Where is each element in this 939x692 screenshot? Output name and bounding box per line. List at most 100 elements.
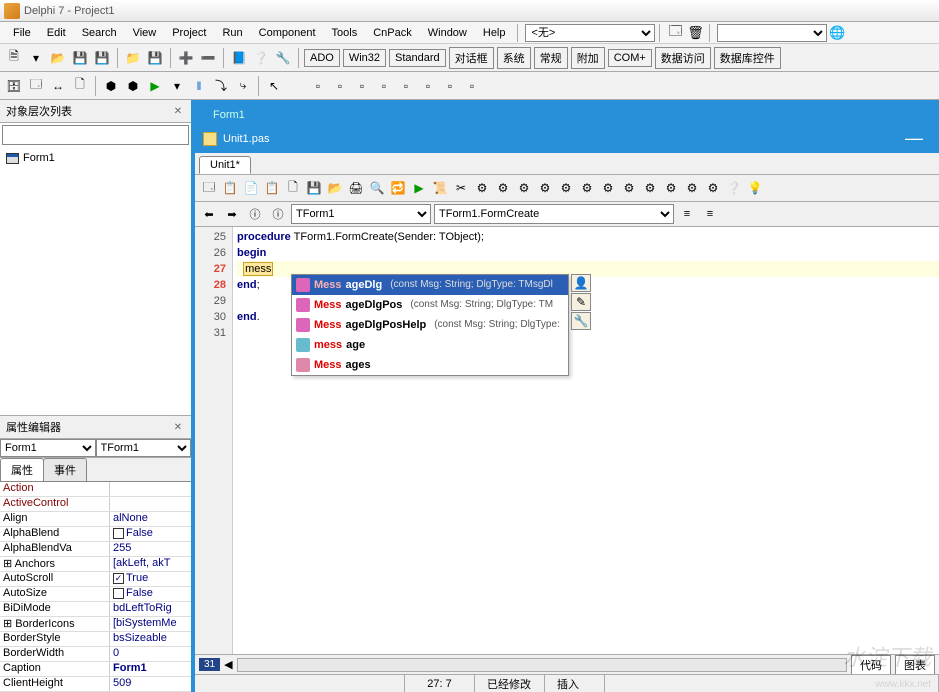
etb-log-icon[interactable]: 📜	[430, 178, 450, 198]
comp-7-icon[interactable]: ▫	[440, 76, 460, 96]
prop-object-combo[interactable]: Form1	[0, 439, 96, 457]
comp-1-icon[interactable]: ▫	[308, 76, 328, 96]
gutter[interactable]: 25262728293031	[195, 227, 233, 692]
prop-row[interactable]: AlphaBlendFalse	[0, 527, 191, 542]
etb-replace-icon[interactable]: 🔁	[388, 178, 408, 198]
object-tree-search[interactable]	[2, 125, 189, 145]
menu-tools[interactable]: Tools	[325, 25, 365, 41]
open-project-icon[interactable]: 📁	[123, 48, 143, 68]
etb-tool11-icon[interactable]: ⚙	[682, 178, 702, 198]
build-config-combo[interactable]: <无>	[525, 24, 655, 42]
align-left-icon[interactable]: ≡	[677, 204, 697, 224]
scroll-left-icon[interactable]: ◀	[224, 658, 232, 671]
object-tree[interactable]: Form1	[0, 147, 191, 415]
prop-row[interactable]: ActiveControl	[0, 497, 191, 512]
palette-tab-ado[interactable]: ADO	[304, 49, 340, 67]
menu-help[interactable]: Help	[476, 25, 513, 41]
etb-tool9-icon[interactable]: ⚙	[640, 178, 660, 198]
desktop-save-icon[interactable]: 🗔	[667, 24, 685, 42]
etb-tool12-icon[interactable]: ⚙	[703, 178, 723, 198]
prop-value[interactable]: bsSizeable	[110, 632, 191, 646]
save-project-icon[interactable]: 💾	[145, 48, 165, 68]
etb-tool7-icon[interactable]: ⚙	[598, 178, 618, 198]
menu-component[interactable]: Component	[252, 25, 323, 41]
prop-value[interactable]: Form1	[110, 662, 191, 676]
menu-search[interactable]: Search	[75, 25, 124, 41]
toggle-icon[interactable]: ↔	[48, 76, 68, 96]
prop-row[interactable]: BorderStylebsSizeable	[0, 632, 191, 647]
tab-events[interactable]: 事件	[43, 458, 87, 481]
run-drop-icon[interactable]: ▾	[167, 76, 187, 96]
form-designer-tab[interactable]: Form1	[207, 106, 287, 124]
bottom-tab-code[interactable]: 代码	[851, 655, 891, 675]
comp-8-icon[interactable]: ▫	[462, 76, 482, 96]
new-drop-icon[interactable]: ▾	[26, 48, 46, 68]
autocomplete-item[interactable]: MessageDlgPosHelp(const Msg: String; Dlg…	[292, 315, 568, 335]
nav-back-icon[interactable]: ⬅	[199, 204, 219, 224]
view-form-icon[interactable]: 🗔	[26, 76, 46, 96]
etb-tool10-icon[interactable]: ⚙	[661, 178, 681, 198]
view-unit-icon[interactable]: 🗄	[4, 76, 24, 96]
palette-tab-system[interactable]: 系统	[497, 47, 531, 69]
etb-clip-icon[interactable]: ✂	[451, 178, 471, 198]
gutter-line[interactable]: 29	[195, 293, 226, 309]
tree-node-form1[interactable]: Form1	[6, 151, 185, 165]
prop-value[interactable]: ✓True	[110, 572, 191, 586]
etb-2-icon[interactable]: 📋	[220, 178, 240, 198]
bottom-tab-diagram[interactable]: 图表	[895, 655, 935, 675]
prop-value[interactable]: bdLeftToRig	[110, 602, 191, 616]
etb-tool6-icon[interactable]: ⚙	[577, 178, 597, 198]
new-icon[interactable]: 🗎	[4, 48, 24, 68]
etb-find-icon[interactable]: 🔍	[367, 178, 387, 198]
ac-side-btn2-icon[interactable]: ✎	[571, 293, 591, 311]
comp-6-icon[interactable]: ▫	[418, 76, 438, 96]
help-book-icon[interactable]: 📘	[229, 48, 249, 68]
prop-row[interactable]: BorderIcons[biSystemMe	[0, 617, 191, 632]
prop-row[interactable]: Anchors[akLeft, akT	[0, 557, 191, 572]
etb-tool2-icon[interactable]: ⚙	[493, 178, 513, 198]
nav-intf-icon[interactable]: ⓘ	[245, 204, 265, 224]
etb-tool1-icon[interactable]: ⚙	[472, 178, 492, 198]
menu-file[interactable]: File	[6, 25, 38, 41]
bp2-icon[interactable]: ⬢	[123, 76, 143, 96]
prop-value[interactable]	[110, 497, 191, 511]
gutter-line[interactable]: 28	[195, 277, 226, 293]
autocomplete-item[interactable]: message	[292, 335, 568, 355]
etb-bulb-icon[interactable]: 💡	[745, 178, 765, 198]
new-form-icon[interactable]: 🗋	[70, 76, 90, 96]
palette-tab-data-access[interactable]: 数据访问	[655, 47, 711, 69]
prop-row[interactable]: AutoSizeFalse	[0, 587, 191, 602]
menu-project[interactable]: Project	[165, 25, 213, 41]
prop-row[interactable]: ClientHeight509	[0, 677, 191, 692]
prop-panel-close-icon[interactable]: ✕	[171, 420, 185, 434]
tab-properties[interactable]: 属性	[0, 458, 44, 481]
prop-class-combo[interactable]: TForm1	[96, 439, 192, 457]
desktop-delete-icon[interactable]: 🗑	[687, 24, 705, 42]
etb-save-icon[interactable]: 💾	[304, 178, 324, 198]
prop-row[interactable]: CaptionForm1	[0, 662, 191, 677]
gutter-line[interactable]: 27	[195, 261, 226, 277]
etb-tool5-icon[interactable]: ⚙	[556, 178, 576, 198]
code-area[interactable]: 25262728293031 procedure TForm1.FormCrea…	[195, 227, 939, 692]
prop-row[interactable]: Action	[0, 482, 191, 497]
editor-minimize-icon[interactable]: —	[897, 128, 931, 149]
palette-pointer-icon[interactable]: ↖	[264, 76, 284, 96]
prop-value[interactable]: 0	[110, 647, 191, 661]
gutter-line[interactable]: 25	[195, 229, 226, 245]
step-over-icon[interactable]: ⤵	[211, 76, 231, 96]
etb-tool8-icon[interactable]: ⚙	[619, 178, 639, 198]
gutter-line[interactable]: 31	[195, 325, 226, 341]
prop-value[interactable]: [biSystemMe	[110, 617, 191, 631]
add-files-icon[interactable]: ➕	[176, 48, 196, 68]
remove-files-icon[interactable]: ➖	[198, 48, 218, 68]
save-all-icon[interactable]: 💾	[92, 48, 112, 68]
prop-value[interactable]: alNone	[110, 512, 191, 526]
open-icon[interactable]: 📂	[48, 48, 68, 68]
bp1-icon[interactable]: ⬢	[101, 76, 121, 96]
editor-tab-unit1[interactable]: Unit1*	[199, 156, 251, 174]
comp-2-icon[interactable]: ▫	[330, 76, 350, 96]
property-grid[interactable]: ActionActiveControlAlignalNoneAlphaBlend…	[0, 482, 191, 692]
help-icon[interactable]: ❔	[251, 48, 271, 68]
nav-fwd-icon[interactable]: ➡	[222, 204, 242, 224]
ac-side-btn3-icon[interactable]: 🔧	[571, 312, 591, 330]
